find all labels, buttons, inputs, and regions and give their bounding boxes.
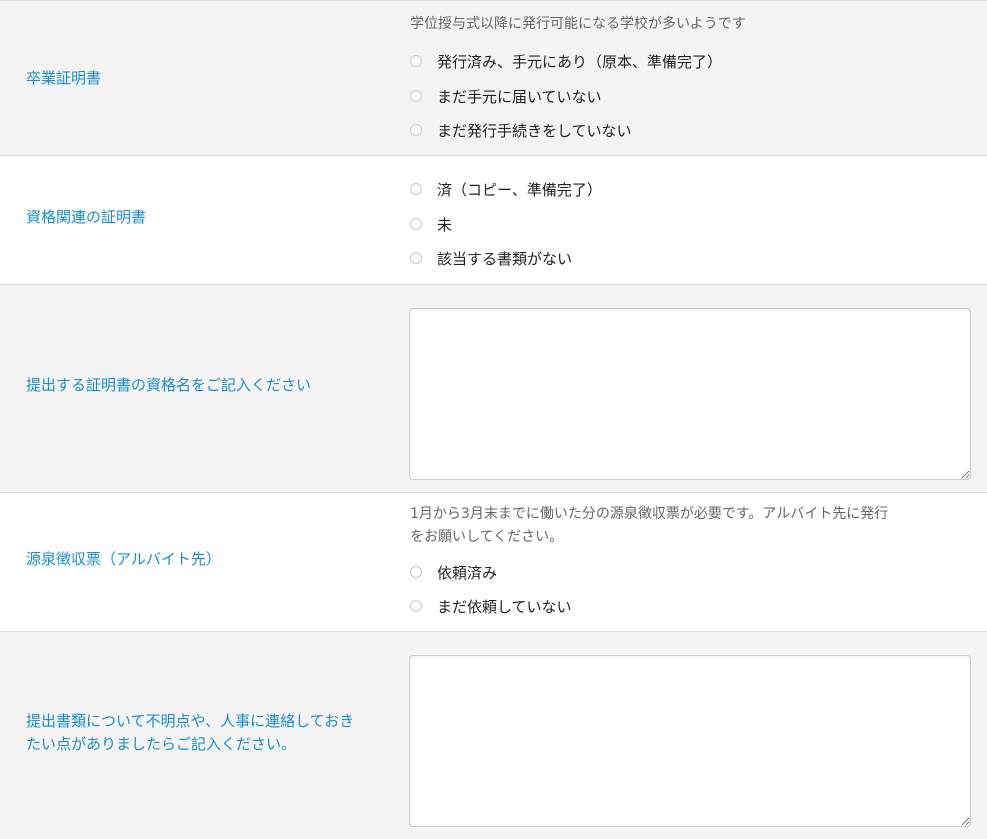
radio-button[interactable] (410, 600, 422, 612)
questions-textarea[interactable] (409, 655, 971, 827)
questions-row: 提出書類について不明点や、人事に連絡しておき たい点がありましたらご記入ください… (0, 632, 987, 839)
graduation-option-not-received[interactable]: まだ手元に届いていない (410, 84, 602, 108)
qualification-certificate-label: 資格関連の証明書 (26, 208, 147, 226)
radio-button[interactable] (410, 55, 422, 67)
graduation-certificate-note: 学位授与式以降に発行可能になる学校が多いようです (410, 16, 746, 32)
radio-label: 発行済み、手元にあり（原本、準備完了） (437, 52, 723, 71)
graduation-certificate-label: 卒業証明書 (26, 69, 102, 87)
withholding-slip-note-line2: をお願いしてください。 (410, 529, 564, 545)
qualification-name-row: 提出する証明書の資格名をご記入ください (0, 285, 987, 493)
radio-label: まだ手元に届いていない (437, 87, 602, 106)
withholding-slip-row: 源泉徴収票（アルバイト先） 1月から3月末までに働いた分の源泉徴収票が必要です。… (0, 493, 987, 632)
radio-button[interactable] (410, 566, 422, 578)
withholding-option-not-requested[interactable]: まだ依頼していない (410, 594, 572, 618)
qualification-option-not-yet[interactable]: 未 (410, 212, 452, 236)
questions-label-line1: 提出書類について不明点や、人事に連絡しておき (26, 712, 355, 730)
radio-label: まだ発行手続きをしていない (437, 121, 632, 140)
qualification-option-done[interactable]: 済（コピー、準備完了） (410, 177, 602, 201)
radio-label: 済（コピー、準備完了） (437, 180, 602, 199)
withholding-option-requested[interactable]: 依頼済み (410, 560, 497, 584)
withholding-slip-note-line1: 1月から3月末までに働いた分の源泉徴収票が必要です。アルバイト先に発行 (410, 506, 889, 522)
graduation-option-not-requested[interactable]: まだ発行手続きをしていない (410, 118, 632, 142)
radio-button[interactable] (410, 124, 422, 136)
graduation-certificate-row: 卒業証明書 学位授与式以降に発行可能になる学校が多いようです 発行済み、手元にあ… (0, 1, 987, 156)
radio-label: 未 (437, 215, 453, 234)
withholding-slip-label: 源泉徴収票（アルバイト先） (26, 550, 221, 568)
radio-button[interactable] (410, 218, 422, 230)
qualification-name-label: 提出する証明書の資格名をご記入ください (26, 376, 312, 394)
questions-label-line2: たい点がありましたらご記入ください。 (26, 735, 297, 753)
document-submission-form: 卒業証明書 学位授与式以降に発行可能になる学校が多いようです 発行済み、手元にあ… (0, 0, 987, 839)
graduation-option-issued[interactable]: 発行済み、手元にあり（原本、準備完了） (410, 49, 722, 73)
qualification-certificate-row: 資格関連の証明書 済（コピー、準備完了） 未 該当する書類がない (0, 156, 987, 285)
qualification-name-textarea[interactable] (409, 308, 971, 480)
radio-button[interactable] (410, 252, 422, 264)
qualification-option-not-applicable[interactable]: 該当する書類がない (410, 246, 572, 270)
radio-button[interactable] (410, 90, 422, 102)
radio-label: 依頼済み (437, 563, 498, 582)
radio-label: 該当する書類がない (437, 249, 573, 268)
radio-button[interactable] (410, 183, 422, 195)
radio-label: まだ依頼していない (437, 597, 572, 616)
